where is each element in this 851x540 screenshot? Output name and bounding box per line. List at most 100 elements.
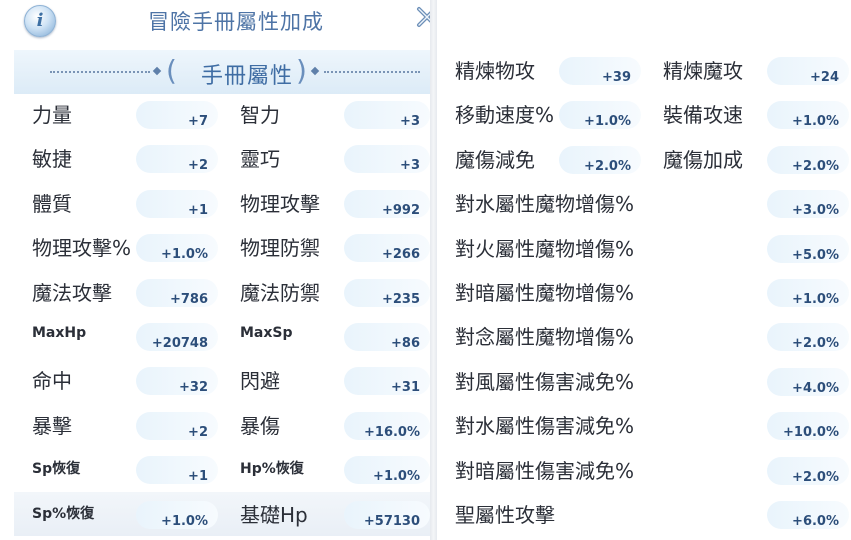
stat-value: +1.0% xyxy=(373,469,420,485)
stat-value-pill: +3 xyxy=(344,101,430,129)
stat-value: +266 xyxy=(381,247,420,263)
stat-label: Sp恢復 xyxy=(32,461,81,478)
stat-row: MaxHp +20748 MaxSp +86 xyxy=(14,314,430,358)
stat-label: 物理攻擊% xyxy=(32,236,132,261)
stat-value-pill: +5.0% xyxy=(767,234,849,263)
stat-row: Sp恢復 +1 Hp%恢復 +1.0% xyxy=(14,447,430,491)
stat-label: 移動速度% xyxy=(455,103,555,128)
page-title: 冒險手冊屬性加成 xyxy=(148,10,324,34)
stat-value: +86 xyxy=(391,336,420,351)
section-banner: ( 手冊屬性 ) xyxy=(14,50,430,94)
stat-row: 對水屬性魔物增傷% +3.0% xyxy=(437,181,851,225)
stat-value-pill: +992 xyxy=(344,189,430,218)
stat-value-pill: +2 xyxy=(136,411,218,440)
stat-value: +1.0% xyxy=(584,114,631,130)
banner-diamond-right xyxy=(310,66,320,76)
stat-label: 對水屬性傷害減免% xyxy=(455,414,635,439)
stat-label: 閃避 xyxy=(240,369,280,394)
stat-value-pill: +2.0% xyxy=(767,323,849,352)
stat-value-pill: +2 xyxy=(136,145,218,174)
stat-value-pill: +1 xyxy=(136,189,218,218)
stat-value-pill: +1.0% xyxy=(344,456,430,485)
stat-label: 魔傷減免 xyxy=(455,147,535,172)
stat-row: 對暗屬性魔物增傷% +1.0% xyxy=(437,270,851,314)
stat-value: +235 xyxy=(381,291,420,307)
stat-value: +786 xyxy=(169,291,208,307)
stat-row: 對風屬性傷害減免% +4.0% xyxy=(437,359,851,403)
stat-value-pill: +1.0% xyxy=(136,500,218,529)
stat-row: 精煉物攻 +39 精煉魔攻 +24 xyxy=(437,48,851,92)
stat-label: 聖屬性攻擊 xyxy=(455,503,555,527)
stat-value: +1.0% xyxy=(161,513,208,529)
stat-value-pill: +6.0% xyxy=(767,501,849,529)
stat-value: +1.0% xyxy=(792,292,839,307)
stat-label: 對水屬性魔物增傷% xyxy=(455,192,635,217)
stat-row: 物理攻擊% +1.0% 物理防禦 +266 xyxy=(14,225,430,269)
stat-value: +2 xyxy=(188,424,208,440)
stat-value: +1.0% xyxy=(161,247,208,263)
stat-row: 對火屬性魔物增傷% +5.0% xyxy=(437,226,851,270)
stat-label: 對暗屬性傷害減免% xyxy=(455,458,635,483)
stat-value-pill: +3 xyxy=(344,145,430,174)
stat-value-pill: +10.0% xyxy=(767,412,849,441)
section-title: 手冊屬性 xyxy=(201,64,294,89)
stat-value: +2.0% xyxy=(792,158,839,174)
stat-value: +3.0% xyxy=(792,203,839,219)
stat-value-pill: +20748 xyxy=(136,323,218,351)
stat-value-pill: +2.0% xyxy=(559,145,641,174)
stat-value-pill: +1.0% xyxy=(767,279,849,307)
stat-label: 精煉物攻 xyxy=(455,59,535,83)
stat-value-pill: +786 xyxy=(136,278,218,307)
info-icon[interactable]: i xyxy=(24,5,56,37)
stat-label: 精煉魔攻 xyxy=(663,59,743,83)
stat-row: 對念屬性魔物增傷% +2.0% xyxy=(437,314,851,358)
stat-value-pill: +32 xyxy=(136,367,218,396)
stat-value-pill: +3.0% xyxy=(767,190,849,219)
stat-label: 魔法防禦 xyxy=(240,280,320,305)
stat-row: 暴擊 +2 暴傷 +16.0% xyxy=(14,403,430,447)
stat-value: +2.0% xyxy=(792,469,839,485)
banner-dots-left xyxy=(50,71,150,73)
stat-value-pill: +7 xyxy=(136,101,218,129)
info-glyph: i xyxy=(36,10,44,31)
stat-value: +6.0% xyxy=(792,514,839,529)
stat-label: 對念屬性魔物增傷% xyxy=(455,325,635,350)
banner-dots-right xyxy=(324,71,420,73)
stat-value: +57130 xyxy=(363,513,420,529)
stat-label: 物理防禦 xyxy=(240,236,320,261)
stat-value-pill: +86 xyxy=(344,323,430,351)
stat-value: +16.0% xyxy=(364,424,420,440)
right-top-strip xyxy=(437,0,851,46)
stat-value: +31 xyxy=(391,380,420,396)
stat-label: 對風屬性傷害減免% xyxy=(455,369,635,394)
stat-label: 體質 xyxy=(32,191,72,216)
stat-row: 魔法攻擊 +786 魔法防禦 +235 xyxy=(14,270,430,314)
stat-label: 對火屬性魔物增傷% xyxy=(455,236,635,261)
stat-label: 力量 xyxy=(32,103,72,127)
stat-label: MaxHp xyxy=(32,325,87,341)
stat-value: +2 xyxy=(188,158,208,174)
stat-value-pill: +1 xyxy=(136,456,218,485)
stat-value-pill: +2.0% xyxy=(767,456,849,485)
stat-value: +992 xyxy=(381,202,420,218)
stat-row: 敏捷 +2 靈巧 +3 xyxy=(14,136,430,180)
stat-value: +1.0% xyxy=(792,114,839,130)
stat-label: Sp%恢復 xyxy=(32,505,95,522)
stat-value-pill: +235 xyxy=(344,278,430,307)
stat-row: 移動速度% +1.0% 裝備攻速 +1.0% xyxy=(437,92,851,136)
stat-value: +3 xyxy=(400,158,420,174)
stat-label: 暴擊 xyxy=(32,413,72,438)
stat-label: 基礎Hp xyxy=(240,502,308,527)
stat-value-pill: +4.0% xyxy=(767,367,849,396)
stat-value: +39 xyxy=(602,70,631,85)
stat-value-pill: +24 xyxy=(767,57,849,85)
stat-value-pill: +16.0% xyxy=(344,411,430,440)
stat-label: 智力 xyxy=(240,103,280,127)
stat-value: +10.0% xyxy=(783,425,839,441)
stat-value: +2.0% xyxy=(792,336,839,352)
stat-row: 魔傷減免 +2.0% 魔傷加成 +2.0% xyxy=(437,137,851,181)
stat-value-pill: +39 xyxy=(559,57,641,85)
stat-label: 靈巧 xyxy=(240,147,280,172)
stat-label: 敏捷 xyxy=(32,147,72,172)
stat-row: 聖屬性攻擊 +6.0% xyxy=(437,492,851,536)
